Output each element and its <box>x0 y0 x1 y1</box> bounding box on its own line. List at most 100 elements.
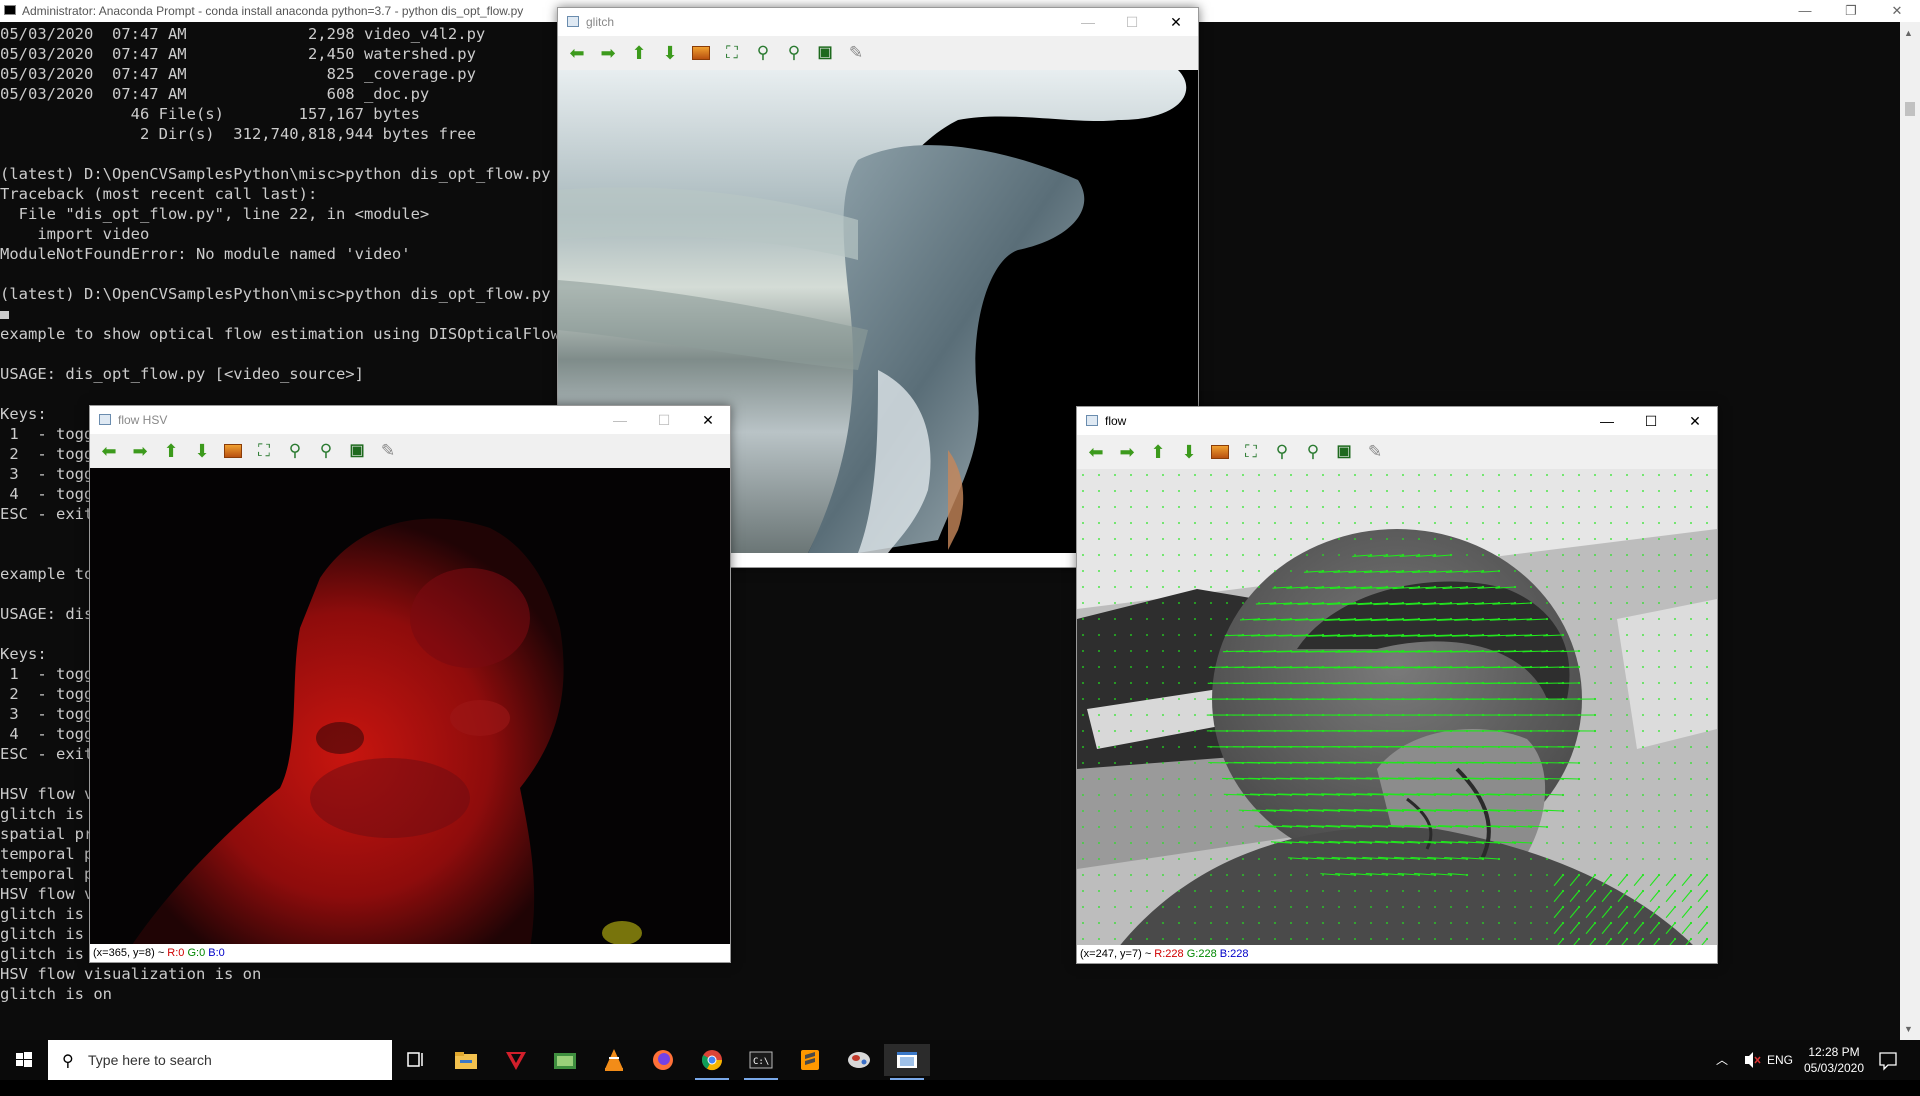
flow-hsv-image[interactable] <box>90 468 730 948</box>
brush-icon[interactable]: ✎ <box>1362 440 1388 464</box>
taskbar-search[interactable]: ⚲ Type here to search <box>48 1040 392 1080</box>
arrow-down-icon[interactable]: ⬇ <box>189 439 215 463</box>
file-explorer-icon[interactable] <box>443 1044 489 1076</box>
save-icon[interactable]: ▣ <box>1331 440 1357 464</box>
sublime-icon[interactable] <box>787 1044 833 1076</box>
flow-titlebar[interactable]: flow — ☐ ✕ <box>1077 407 1717 435</box>
arrow-left-icon[interactable]: ⬅ <box>1083 440 1109 464</box>
flow-point <box>1210 858 1212 860</box>
flow-vector <box>1543 635 1563 636</box>
flow-point <box>1690 586 1692 588</box>
flow-point <box>1706 906 1708 908</box>
arrow-up-icon[interactable]: ⬆ <box>626 41 652 65</box>
zoom-in-icon[interactable]: ⚲ <box>1269 440 1295 464</box>
image-icon[interactable] <box>692 46 710 60</box>
notification-center-icon[interactable] <box>1876 1040 1906 1080</box>
flow-point <box>1642 842 1644 844</box>
terminal-icon[interactable]: C:\ <box>738 1044 784 1076</box>
arrow-up-icon[interactable]: ⬆ <box>1145 440 1171 464</box>
taskbar-clock[interactable]: 12:28 PM 05/03/2020 <box>1800 1044 1868 1076</box>
console-line: 3 - togg <box>0 705 93 723</box>
flow-image[interactable] <box>1077 469 1717 949</box>
flow-point <box>1642 778 1644 780</box>
image-viewer-icon[interactable] <box>542 1044 588 1076</box>
arrow-up-icon[interactable]: ⬆ <box>158 439 184 463</box>
flow-point <box>1338 506 1340 508</box>
flow-point <box>1114 714 1116 716</box>
arrow-left-icon[interactable]: ⬅ <box>96 439 122 463</box>
show-hidden-icons[interactable]: ︿ <box>1716 1040 1728 1080</box>
image-icon[interactable] <box>224 444 242 458</box>
arrow-right-icon[interactable]: ➡ <box>127 439 153 463</box>
opencv-window-icon[interactable] <box>884 1044 930 1076</box>
flow-point <box>1594 522 1596 524</box>
flow-point <box>1578 842 1580 844</box>
flow-minimize-button[interactable]: — <box>1585 410 1629 432</box>
glitch-maximize-button[interactable]: ☐ <box>1110 11 1154 33</box>
glitch-titlebar[interactable]: glitch — ☐ ✕ <box>558 8 1198 36</box>
zoom-fit-icon[interactable]: ⛶ <box>1238 440 1264 464</box>
console-close-button[interactable]: ✕ <box>1874 0 1920 22</box>
zoom-fit-icon[interactable]: ⛶ <box>251 439 277 463</box>
flow-point <box>1322 922 1324 924</box>
flow-point <box>1162 778 1164 780</box>
flow-maximize-button[interactable]: ☐ <box>1629 410 1673 432</box>
task-view-icon[interactable] <box>392 1044 438 1076</box>
flow-point <box>1178 762 1180 764</box>
flow-point <box>1130 650 1132 652</box>
console-maximize-button[interactable]: ❐ <box>1828 0 1874 22</box>
flow-point <box>1690 746 1692 748</box>
flow-hsv-minimize-button[interactable]: — <box>598 409 642 431</box>
start-button[interactable] <box>0 1040 46 1080</box>
console-minimize-button[interactable]: — <box>1782 0 1828 22</box>
flow-point <box>1290 890 1292 892</box>
zoom-in-icon[interactable]: ⚲ <box>750 41 776 65</box>
zoom-out-icon[interactable]: ⚲ <box>781 41 807 65</box>
flow-point <box>1114 634 1116 636</box>
arrow-down-icon[interactable]: ⬇ <box>657 41 683 65</box>
flow-point <box>1466 474 1468 476</box>
flow-hsv-titlebar[interactable]: flow HSV — ☐ ✕ <box>90 406 730 434</box>
app-y-icon[interactable] <box>493 1044 539 1076</box>
flow-hsv-maximize-button[interactable]: ☐ <box>642 409 686 431</box>
arrow-right-icon[interactable]: ➡ <box>1114 440 1140 464</box>
flow-hsv-window[interactable]: flow HSV — ☐ ✕ ⬅➡⬆⬇⛶⚲⚲▣✎ (x=365, y=8) ~ … <box>89 405 731 963</box>
scroll-thumb[interactable] <box>1905 102 1915 116</box>
flow-point <box>1642 570 1644 572</box>
zoom-in-icon[interactable]: ⚲ <box>282 439 308 463</box>
vm-icon[interactable] <box>836 1044 882 1076</box>
language-indicator[interactable]: ENG <box>1767 1040 1793 1080</box>
flow-point <box>1242 938 1244 940</box>
arrow-right-icon[interactable]: ➡ <box>595 41 621 65</box>
scroll-down-icon[interactable]: ▼ <box>1904 1024 1913 1034</box>
flow-point <box>1546 602 1548 604</box>
flow-point <box>1450 922 1452 924</box>
zoom-fit-icon[interactable]: ⛶ <box>719 41 745 65</box>
flow-point <box>1194 634 1196 636</box>
glitch-close-button[interactable]: ✕ <box>1154 11 1198 33</box>
zoom-out-icon[interactable]: ⚲ <box>313 439 339 463</box>
flow-close-button[interactable]: ✕ <box>1673 410 1717 432</box>
zoom-out-icon[interactable]: ⚲ <box>1300 440 1326 464</box>
flow-window[interactable]: flow — ☐ ✕ ⬅➡⬆⬇⛶⚲⚲▣✎ (x=24 <box>1076 406 1718 964</box>
scroll-up-icon[interactable]: ▲ <box>1904 28 1913 38</box>
firefox-icon[interactable] <box>640 1044 686 1076</box>
image-icon[interactable] <box>1211 445 1229 459</box>
arrow-down-icon[interactable]: ⬇ <box>1176 440 1202 464</box>
arrow-left-icon[interactable]: ⬅ <box>564 41 590 65</box>
flow-point <box>1610 490 1612 492</box>
save-icon[interactable]: ▣ <box>812 41 838 65</box>
flow-point <box>1482 890 1484 892</box>
chrome-icon[interactable] <box>689 1044 735 1076</box>
flow-hsv-close-button[interactable]: ✕ <box>686 409 730 431</box>
flow-point <box>1610 826 1612 828</box>
brush-icon[interactable]: ✎ <box>375 439 401 463</box>
glitch-minimize-button[interactable]: — <box>1066 11 1110 33</box>
save-icon[interactable]: ▣ <box>344 439 370 463</box>
flow-point <box>1114 538 1116 540</box>
console-scrollbar[interactable]: ▲ ▼ <box>1900 22 1920 1040</box>
flow-point <box>1626 890 1628 892</box>
brush-icon[interactable]: ✎ <box>843 41 869 65</box>
vlc-icon[interactable] <box>591 1044 637 1076</box>
volume-muted-icon[interactable] <box>1742 1040 1762 1080</box>
